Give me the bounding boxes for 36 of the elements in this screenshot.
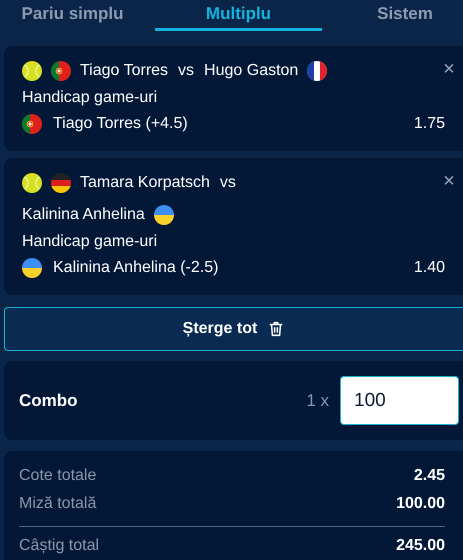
tab[interactable]: Pariu simplu <box>0 0 145 31</box>
market-name: Handicap game-uri <box>22 232 158 252</box>
total-value: 245.00 <box>396 536 445 556</box>
versus-label: vs <box>220 173 236 193</box>
selection-label: Kalinina Anhelina (-2.5) <box>53 258 218 278</box>
player-name: Hugo Gaston <box>204 61 298 81</box>
france-flag-icon <box>307 61 328 81</box>
ukraine-flag-icon <box>154 205 174 225</box>
close-button[interactable]: × <box>443 59 455 79</box>
player-name: Kalinina Anhelina <box>22 205 145 225</box>
tennis-ball-icon <box>22 61 42 81</box>
selection-label: Tiago Torres (+4.5) <box>53 114 188 134</box>
total-value: 100.00 <box>396 494 445 514</box>
total-label: Miză totală <box>19 494 96 514</box>
combo-label: Combo <box>19 390 78 412</box>
portugal-flag-icon <box>51 61 71 81</box>
versus-label: vs <box>178 61 194 81</box>
tennis-ball-icon <box>22 173 42 193</box>
clear-all-button[interactable]: Șterge tot <box>4 307 463 351</box>
player-name: Tamara Korpatsch <box>80 173 210 193</box>
close-button[interactable]: × <box>443 171 455 191</box>
tab[interactable]: Multiplu <box>155 0 322 31</box>
trash-icon <box>267 320 286 338</box>
portugal-flag-icon <box>22 114 42 134</box>
germany-flag-icon <box>51 173 71 193</box>
total-label: Câștig total <box>19 536 100 556</box>
tab[interactable]: Sistem <box>322 0 463 31</box>
total-label: Cote totale <box>19 466 96 486</box>
multiplier-label: 1 x <box>306 390 329 412</box>
odds-value: 1.75 <box>414 114 445 134</box>
odds-value: 1.40 <box>414 258 445 278</box>
stake-input[interactable]: 100 <box>340 376 459 425</box>
total-value: 2.45 <box>414 466 445 486</box>
market-name: Handicap game-uri <box>22 88 158 108</box>
player-name: Tiago Torres <box>80 61 168 81</box>
ukraine-flag-icon <box>22 258 42 278</box>
